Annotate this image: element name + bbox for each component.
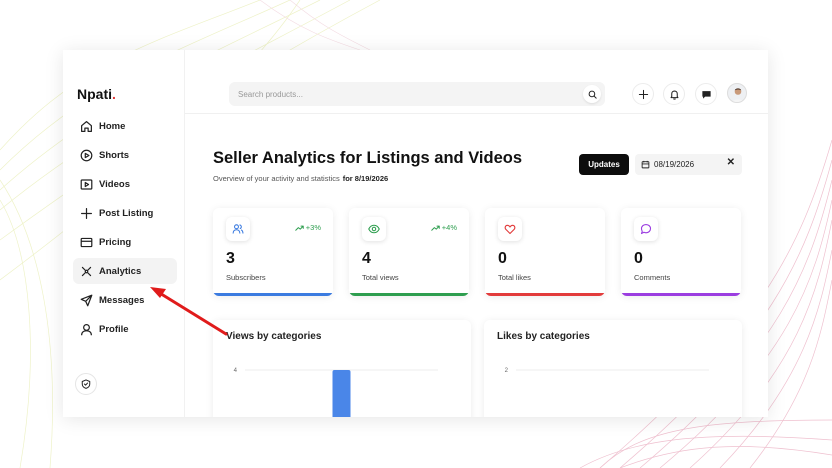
- likes-chart: 2: [505, 368, 709, 374]
- stat-label: Total likes: [498, 273, 531, 282]
- credit-card-icon: [79, 235, 93, 249]
- page-title: Seller Analytics for Listings and Videos: [213, 149, 523, 167]
- comment-icon: [634, 217, 658, 241]
- send-icon: [79, 293, 93, 307]
- search-icon: [588, 90, 597, 99]
- sidebar-item-label: Shorts: [99, 149, 130, 161]
- sidebar-item-label: Analytics: [99, 265, 142, 277]
- trend-value: +4%: [441, 223, 457, 232]
- heart-icon: [498, 217, 522, 241]
- clear-date-button[interactable]: ✕: [727, 157, 735, 168]
- video-icon: [79, 177, 93, 191]
- stat-accent-bar: [349, 293, 469, 296]
- search-button[interactable]: [583, 85, 601, 103]
- sidebar-item-post-listing[interactable]: Post Listing: [73, 200, 177, 226]
- sidebar-item-videos[interactable]: Videos: [73, 171, 177, 197]
- home-icon: [79, 119, 93, 133]
- avatar-image: [731, 88, 745, 102]
- sidebar-item-analytics[interactable]: Analytics: [73, 258, 177, 284]
- avatar[interactable]: [727, 83, 747, 103]
- sidebar-item-pricing[interactable]: Pricing: [73, 229, 177, 255]
- trend-up-icon: [431, 225, 440, 231]
- chat-button[interactable]: [695, 83, 717, 105]
- shield-check-icon: [81, 379, 91, 389]
- chat-icon: [701, 90, 711, 99]
- sidebar-item-messages[interactable]: Messages: [73, 287, 177, 313]
- search-bar: [229, 82, 605, 106]
- stat-accent-bar: [213, 293, 333, 296]
- stat-card-subscribers: +3% 3 Subscribers: [213, 208, 333, 296]
- sidebar-item-label: Profile: [99, 323, 129, 335]
- stat-label: Comments: [634, 273, 671, 282]
- sidebar-item-label: Videos: [99, 178, 130, 190]
- trend-indicator: +4%: [431, 223, 457, 232]
- stat-accent-bar: [485, 293, 605, 296]
- stat-card-likes: 0 Total likes: [485, 208, 605, 296]
- sidebar-item-label: Messages: [99, 294, 145, 306]
- plus-icon: [79, 206, 93, 220]
- app-window: Npati. Home Shorts Videos Post Listing P…: [63, 50, 768, 417]
- users-icon: [226, 217, 250, 241]
- sidebar-item-shorts[interactable]: Shorts: [73, 142, 177, 168]
- trend-value: +3%: [305, 223, 321, 232]
- notifications-button[interactable]: [663, 83, 685, 105]
- stat-value: 0: [498, 250, 507, 267]
- subtitle-text: Overview of your activity and statistics: [213, 174, 340, 183]
- logo-dot: .: [112, 86, 116, 102]
- sidebar-item-profile[interactable]: Profile: [73, 316, 177, 342]
- user-icon: [79, 322, 93, 336]
- calendar-icon: [641, 160, 650, 169]
- views-chart-panel: Views by categories 4: [213, 320, 471, 417]
- add-button[interactable]: [632, 83, 654, 105]
- subtitle-date: for 8/19/2026: [342, 174, 389, 183]
- trend-indicator: +3%: [295, 223, 321, 232]
- eye-icon: [362, 217, 386, 241]
- date-picker[interactable]: 08/19/2026 ✕: [635, 154, 742, 175]
- y-tick-label: 2: [505, 368, 509, 374]
- topbar-divider: [185, 113, 768, 114]
- trend-up-icon: [295, 225, 304, 231]
- search-input[interactable]: [229, 82, 569, 106]
- stat-label: Total views: [362, 273, 399, 282]
- page-subtitle: Overview of your activity and statistics…: [213, 174, 388, 183]
- stat-value: 0: [634, 250, 643, 267]
- sidebar-item-label: Post Listing: [99, 207, 154, 219]
- logo-text: Npati: [77, 86, 112, 102]
- sidebar: Npati. Home Shorts Videos Post Listing P…: [63, 50, 185, 417]
- logo[interactable]: Npati.: [77, 86, 116, 102]
- play-circle-icon: [79, 148, 93, 162]
- bell-icon: [670, 90, 678, 100]
- security-button[interactable]: [75, 373, 97, 395]
- plus-icon: [638, 89, 648, 99]
- sidebar-item-label: Pricing: [99, 236, 132, 248]
- analytics-icon: [79, 264, 93, 278]
- sidebar-item-home[interactable]: Home: [73, 113, 177, 139]
- chart-bar[interactable]: [332, 370, 351, 417]
- stat-card-views: +4% 4 Total views: [349, 208, 469, 296]
- sidebar-item-label: Home: [99, 120, 126, 132]
- updates-button[interactable]: Updates: [579, 154, 629, 175]
- date-value: 08/19/2026: [654, 160, 695, 169]
- stat-value: 3: [226, 250, 235, 267]
- stat-value: 4: [362, 250, 371, 267]
- stat-card-comments: 0 Comments: [621, 208, 741, 296]
- y-tick-label: 4: [234, 368, 238, 374]
- likes-chart-panel: Likes by categories 2: [484, 320, 742, 417]
- stat-label: Subscribers: [226, 273, 266, 282]
- views-chart: 4: [234, 368, 438, 417]
- stat-accent-bar: [621, 293, 741, 296]
